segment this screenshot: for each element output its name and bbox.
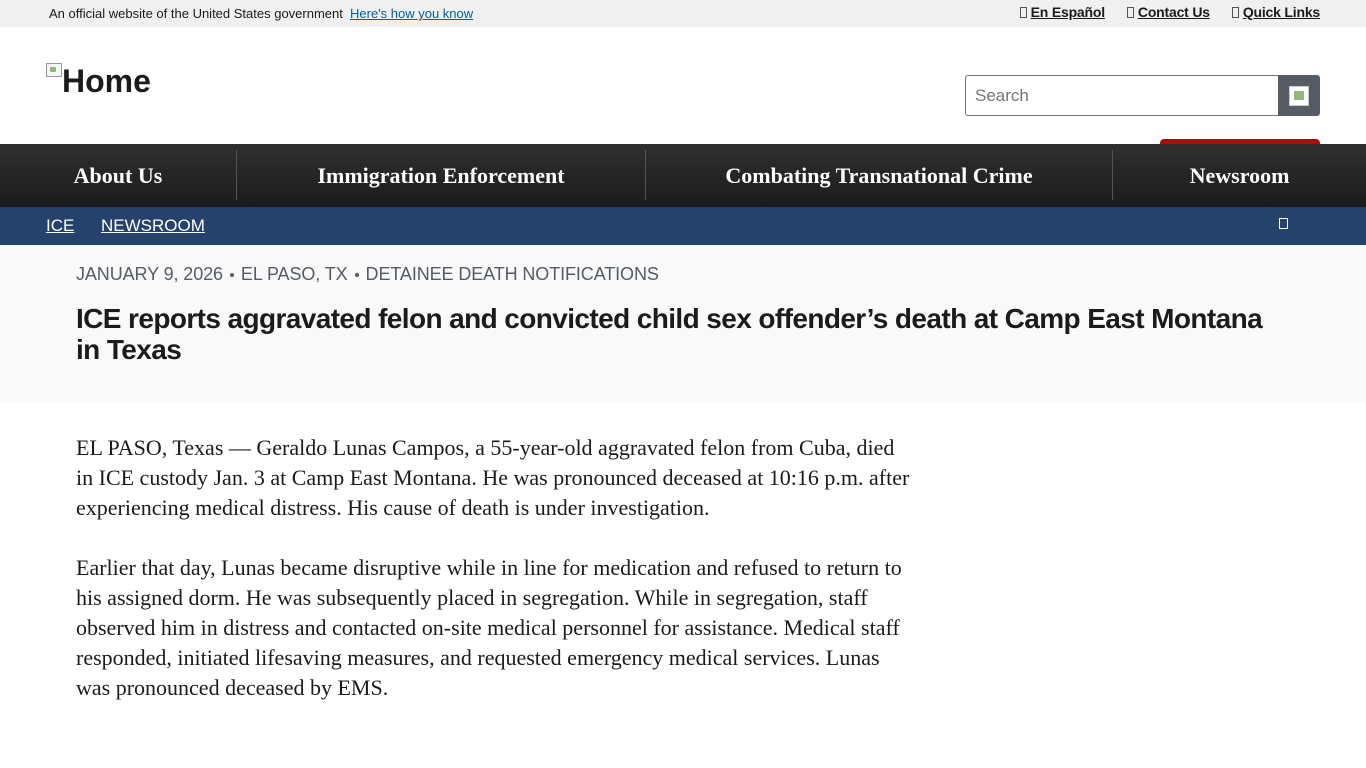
utility-link-label: Quick Links [1242, 4, 1320, 20]
utility-link-espanol[interactable]: En Español [1019, 4, 1105, 20]
gov-banner-text: An official website of the United States… [49, 6, 343, 21]
broken-image-icon [46, 63, 62, 77]
heres-how-you-know-link[interactable]: Here's how you know [350, 6, 473, 21]
search-form [965, 75, 1320, 116]
translate-icon [1019, 6, 1027, 18]
breadcrumb-ice[interactable]: ICE [46, 216, 74, 236]
search-button[interactable] [1278, 75, 1320, 116]
search-icon [1289, 85, 1309, 106]
gov-banner: An official website of the United States… [0, 0, 1366, 27]
page-title: ICE reports aggravated felon and convict… [76, 303, 1263, 365]
nav-about-us[interactable]: About Us [0, 144, 236, 207]
site-header: Home [0, 27, 1366, 144]
article-category: DETAINEE DEATH NOTIFICATIONS [365, 264, 659, 284]
search-input[interactable] [965, 75, 1278, 116]
main-nav: About Us Immigration Enforcement Combati… [0, 144, 1366, 207]
utility-link-quick-links[interactable]: Quick Links [1231, 4, 1320, 20]
nav-combating-transnational-crime[interactable]: Combating Transnational Crime [646, 144, 1112, 207]
nav-newsroom[interactable]: Newsroom [1113, 144, 1366, 207]
article-body: EL PASO, Texas — Geraldo Lunas Campos, a… [76, 433, 916, 733]
article-location: EL PASO, TX [240, 264, 348, 284]
breadcrumb-newsroom[interactable]: NEWSROOM [101, 216, 205, 236]
meta-separator [229, 272, 234, 277]
breadcrumb: ICE NEWSROOM [0, 207, 1366, 245]
utility-link-contact-us[interactable]: Contact Us [1126, 4, 1210, 20]
utility-link-label: En Español [1030, 4, 1105, 20]
home-logo-link[interactable]: Home [46, 63, 151, 99]
article-meta: JANUARY 9, 2026 EL PASO, TX DETAINEE DEA… [76, 264, 659, 285]
logo-alt-text: Home [62, 63, 151, 99]
share-icon[interactable] [1279, 218, 1288, 229]
link-icon [1231, 6, 1239, 18]
article-paragraph: Earlier that day, Lunas became disruptiv… [76, 555, 902, 700]
article-paragraph: EL PASO, Texas — Geraldo Lunas Campos, a… [76, 435, 910, 520]
article-date: JANUARY 9, 2026 [76, 264, 223, 284]
meta-separator [354, 272, 359, 277]
nav-immigration-enforcement[interactable]: Immigration Enforcement [237, 144, 645, 207]
envelope-icon [1126, 6, 1134, 18]
utility-nav: En Español Contact Us Quick Links [1019, 4, 1320, 20]
utility-link-label: Contact Us [1137, 4, 1210, 20]
article-header: JANUARY 9, 2026 EL PASO, TX DETAINEE DEA… [0, 245, 1366, 402]
